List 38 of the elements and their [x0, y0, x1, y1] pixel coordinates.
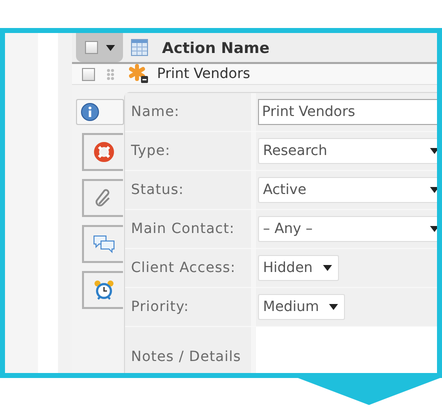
- caret-icon: [430, 226, 437, 232]
- drag-handle-icon[interactable]: [107, 68, 114, 80]
- field-label: Name:: [125, 93, 251, 131]
- side-tab[interactable]: [82, 133, 123, 171]
- paperclip-icon: [94, 189, 112, 207]
- side-tab[interactable]: [76, 99, 124, 125]
- field-label: Status:: [125, 171, 251, 209]
- field-label: Main Contact:: [125, 210, 251, 248]
- caret-icon: [430, 187, 437, 193]
- select-menu-button[interactable]: [76, 33, 123, 62]
- asterisk-icon: [129, 64, 149, 84]
- info-icon: [81, 103, 99, 121]
- chat-icon: [92, 234, 114, 254]
- side-tab[interactable]: [82, 179, 123, 217]
- field-label: Type:: [125, 132, 251, 170]
- caret-icon: [430, 148, 437, 154]
- field-label: Priority:: [125, 288, 251, 326]
- name-field[interactable]: Print Vendors: [258, 99, 437, 125]
- field-label: Notes / Details: [125, 327, 251, 373]
- caret-icon: [322, 265, 332, 271]
- lifebuoy-icon: [94, 142, 114, 162]
- alarm-clock-icon: [92, 279, 114, 301]
- record-row[interactable]: Print Vendors: [72, 64, 437, 85]
- field-label: Client Access:: [125, 249, 251, 287]
- caret-icon: [328, 304, 338, 310]
- caret-icon: [106, 44, 114, 50]
- side-tab[interactable]: [82, 271, 123, 309]
- column-title: Action Name: [162, 38, 270, 56]
- checkbox[interactable]: [84, 41, 98, 54]
- dropdown[interactable]: Active: [258, 177, 437, 203]
- dropdown[interactable]: Hidden: [258, 255, 339, 281]
- checkbox[interactable]: [82, 68, 95, 80]
- dropdown[interactable]: Medium: [258, 294, 345, 320]
- dropdown[interactable]: – Any –: [258, 216, 437, 242]
- dropdown[interactable]: Research: [258, 138, 437, 164]
- record-name: Print Vendors: [157, 66, 250, 82]
- table-icon: [131, 39, 148, 56]
- side-tab[interactable]: [82, 225, 123, 263]
